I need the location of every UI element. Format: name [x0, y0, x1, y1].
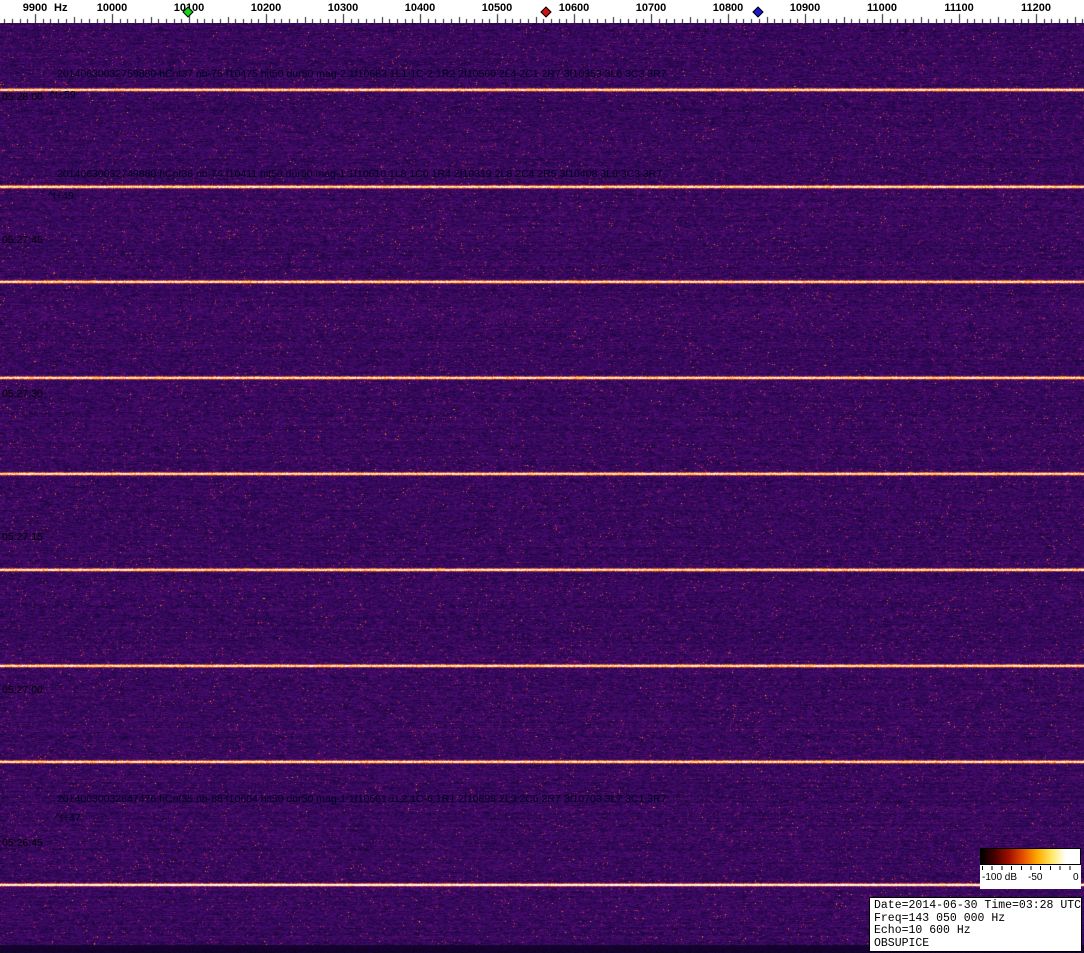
frequency-tick-label: 10300	[328, 2, 359, 14]
frequency-tick-label: 10400	[405, 2, 436, 14]
frequency-tick-label: 11100	[944, 2, 973, 14]
waterfall-display[interactable]	[0, 23, 1084, 953]
frequency-tick-label: 10600	[559, 2, 590, 14]
status-info-box: Date=2014-06-30 Time=03:28 UTC Freq=143 …	[869, 897, 1082, 952]
status-line-echo: Echo=10 600 Hz	[874, 925, 1077, 938]
db-scale-label-0: -100 dB	[982, 872, 1017, 883]
db-scale-ticks	[982, 866, 1079, 870]
meteor-spectrogram-app: 05:28:00 05:27:45 05:27:30 05:27:15 05:27:00…	[0, 0, 1084, 953]
frequency-unit-label: Hz	[54, 2, 67, 14]
db-scale-label-2: 0	[1073, 872, 1079, 883]
frequency-tick-label: 10700	[636, 2, 667, 14]
frequency-tick-label: 10900	[790, 2, 821, 14]
db-gradient-bar	[980, 848, 1081, 865]
frequency-tick-label: 11000	[867, 2, 897, 14]
frequency-tick-label: 10500	[482, 2, 513, 14]
frequency-tick-label: 10200	[251, 2, 282, 14]
frequency-ruler[interactable]: Hz 9900100001010010200103001040010500106…	[0, 0, 1084, 23]
status-line-station: OBSUPICE	[874, 938, 1077, 951]
db-scale-label-1: -50	[1028, 872, 1042, 883]
frequency-tick-label: 10000	[97, 2, 128, 14]
frequency-tick-label: 9900	[23, 2, 47, 14]
db-colorbar: -100 dB -50 0	[980, 848, 1081, 889]
frequency-tick-label: 11200	[1021, 2, 1051, 14]
status-line-date: Date=2014-06-30 Time=03:28 UTC	[874, 900, 1077, 913]
frequency-tick-label: 10800	[713, 2, 744, 14]
